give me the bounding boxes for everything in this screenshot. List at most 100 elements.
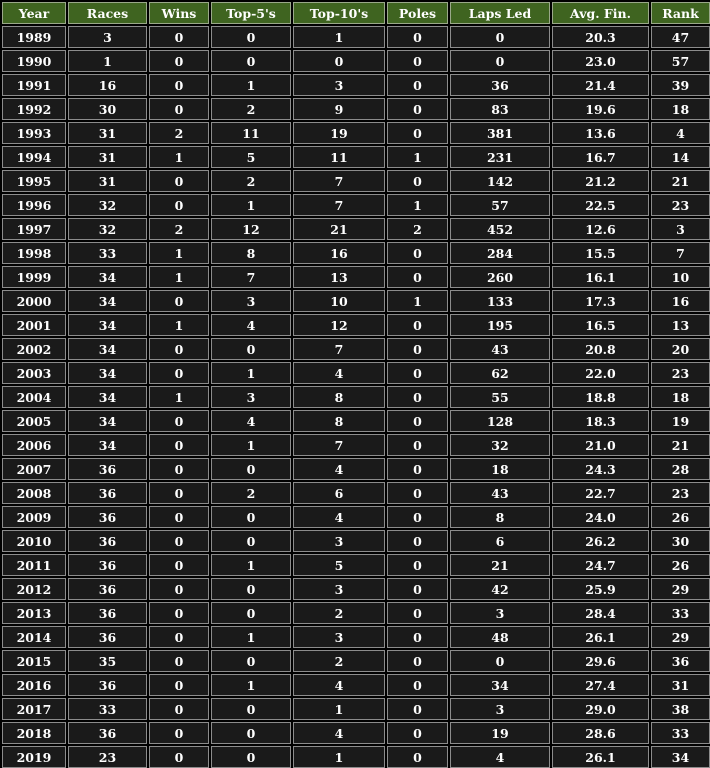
cell-rank: 23	[651, 362, 710, 384]
table-body: 1989 3 0 0 1 0 0 20.3 47 1990 1 0 0 0 0 0 23.0 57 1991 16 0 1…	[2, 26, 710, 768]
cell-wins: 1	[149, 266, 209, 288]
table-row: 2002 34 0 0 7 0 43 20.8 20	[2, 338, 710, 360]
cell-poles: 1	[387, 290, 448, 312]
cell-poles: 0	[387, 266, 448, 288]
table-row: 2000 34 0 3 10 1 133 17.3 16	[2, 290, 710, 312]
cell-races: 23	[68, 746, 147, 768]
table-row: 2004 34 1 3 8 0 55 18.8 18	[2, 386, 710, 408]
cell-laps-led: 34	[450, 674, 550, 696]
cell-poles: 0	[387, 458, 448, 480]
cell-races: 34	[68, 266, 147, 288]
cell-year: 1997	[2, 218, 66, 240]
cell-avg-finish: 12.6	[552, 218, 649, 240]
cell-avg-finish: 16.1	[552, 266, 649, 288]
cell-rank: 18	[651, 98, 710, 120]
table-row: 1998 33 1 8 16 0 284 15.5 7	[2, 242, 710, 264]
cell-avg-finish: 20.3	[552, 26, 649, 48]
cell-laps-led: 43	[450, 338, 550, 360]
cell-laps-led: 8	[450, 506, 550, 528]
cell-avg-finish: 17.3	[552, 290, 649, 312]
cell-races: 32	[68, 194, 147, 216]
cell-poles: 1	[387, 146, 448, 168]
cell-rank: 30	[651, 530, 710, 552]
cell-year: 2004	[2, 386, 66, 408]
cell-top5s: 2	[211, 482, 291, 504]
cell-wins: 0	[149, 506, 209, 528]
cell-wins: 0	[149, 530, 209, 552]
cell-top10s: 3	[293, 626, 385, 648]
cell-poles: 0	[387, 602, 448, 624]
cell-laps-led: 128	[450, 410, 550, 432]
cell-laps-led: 0	[450, 650, 550, 672]
cell-top5s: 2	[211, 98, 291, 120]
cell-top5s: 1	[211, 434, 291, 456]
cell-rank: 19	[651, 410, 710, 432]
cell-laps-led: 452	[450, 218, 550, 240]
cell-wins: 0	[149, 194, 209, 216]
cell-top10s: 4	[293, 362, 385, 384]
cell-top5s: 0	[211, 50, 291, 72]
cell-laps-led: 284	[450, 242, 550, 264]
cell-laps-led: 4	[450, 746, 550, 768]
header-rank: Rank	[651, 2, 710, 24]
table-row: 1993 31 2 11 19 0 381 13.6 4	[2, 122, 710, 144]
cell-laps-led: 133	[450, 290, 550, 312]
cell-races: 34	[68, 362, 147, 384]
header-poles: Poles	[387, 2, 448, 24]
cell-rank: 47	[651, 26, 710, 48]
table-row: 2019 23 0 0 1 0 4 26.1 34	[2, 746, 710, 768]
cell-rank: 20	[651, 338, 710, 360]
cell-rank: 21	[651, 434, 710, 456]
cell-poles: 0	[387, 434, 448, 456]
cell-poles: 0	[387, 386, 448, 408]
cell-wins: 0	[149, 650, 209, 672]
cell-top5s: 0	[211, 530, 291, 552]
cell-wins: 0	[149, 626, 209, 648]
cell-wins: 1	[149, 146, 209, 168]
cell-rank: 33	[651, 722, 710, 744]
cell-laps-led: 3	[450, 698, 550, 720]
cell-rank: 26	[651, 506, 710, 528]
cell-top10s: 2	[293, 602, 385, 624]
cell-year: 2007	[2, 458, 66, 480]
cell-wins: 0	[149, 98, 209, 120]
cell-year: 1999	[2, 266, 66, 288]
cell-avg-finish: 27.4	[552, 674, 649, 696]
cell-year: 2013	[2, 602, 66, 624]
table-row: 1999 34 1 7 13 0 260 16.1 10	[2, 266, 710, 288]
cell-wins: 0	[149, 458, 209, 480]
cell-top10s: 3	[293, 74, 385, 96]
cell-races: 31	[68, 170, 147, 192]
cell-rank: 29	[651, 626, 710, 648]
header-top5s: Top-5's	[211, 2, 291, 24]
cell-wins: 0	[149, 74, 209, 96]
cell-year: 1991	[2, 74, 66, 96]
cell-top10s: 7	[293, 434, 385, 456]
cell-races: 36	[68, 578, 147, 600]
cell-top10s: 21	[293, 218, 385, 240]
cell-top10s: 1	[293, 26, 385, 48]
cell-top10s: 13	[293, 266, 385, 288]
cell-rank: 4	[651, 122, 710, 144]
cell-laps-led: 195	[450, 314, 550, 336]
cell-races: 34	[68, 314, 147, 336]
cell-rank: 38	[651, 698, 710, 720]
cell-top5s: 11	[211, 122, 291, 144]
cell-top10s: 1	[293, 746, 385, 768]
cell-avg-finish: 20.8	[552, 338, 649, 360]
table-row: 2014 36 0 1 3 0 48 26.1 29	[2, 626, 710, 648]
cell-poles: 1	[387, 194, 448, 216]
cell-races: 33	[68, 698, 147, 720]
cell-year: 2000	[2, 290, 66, 312]
cell-top5s: 0	[211, 506, 291, 528]
cell-races: 34	[68, 290, 147, 312]
cell-year: 2011	[2, 554, 66, 576]
cell-poles: 0	[387, 746, 448, 768]
cell-avg-finish: 24.3	[552, 458, 649, 480]
cell-top5s: 3	[211, 290, 291, 312]
cell-top10s: 11	[293, 146, 385, 168]
cell-rank: 23	[651, 482, 710, 504]
cell-top5s: 5	[211, 146, 291, 168]
cell-year: 2019	[2, 746, 66, 768]
table-header: Year Races Wins Top-5's Top-10's Poles L…	[2, 2, 710, 24]
